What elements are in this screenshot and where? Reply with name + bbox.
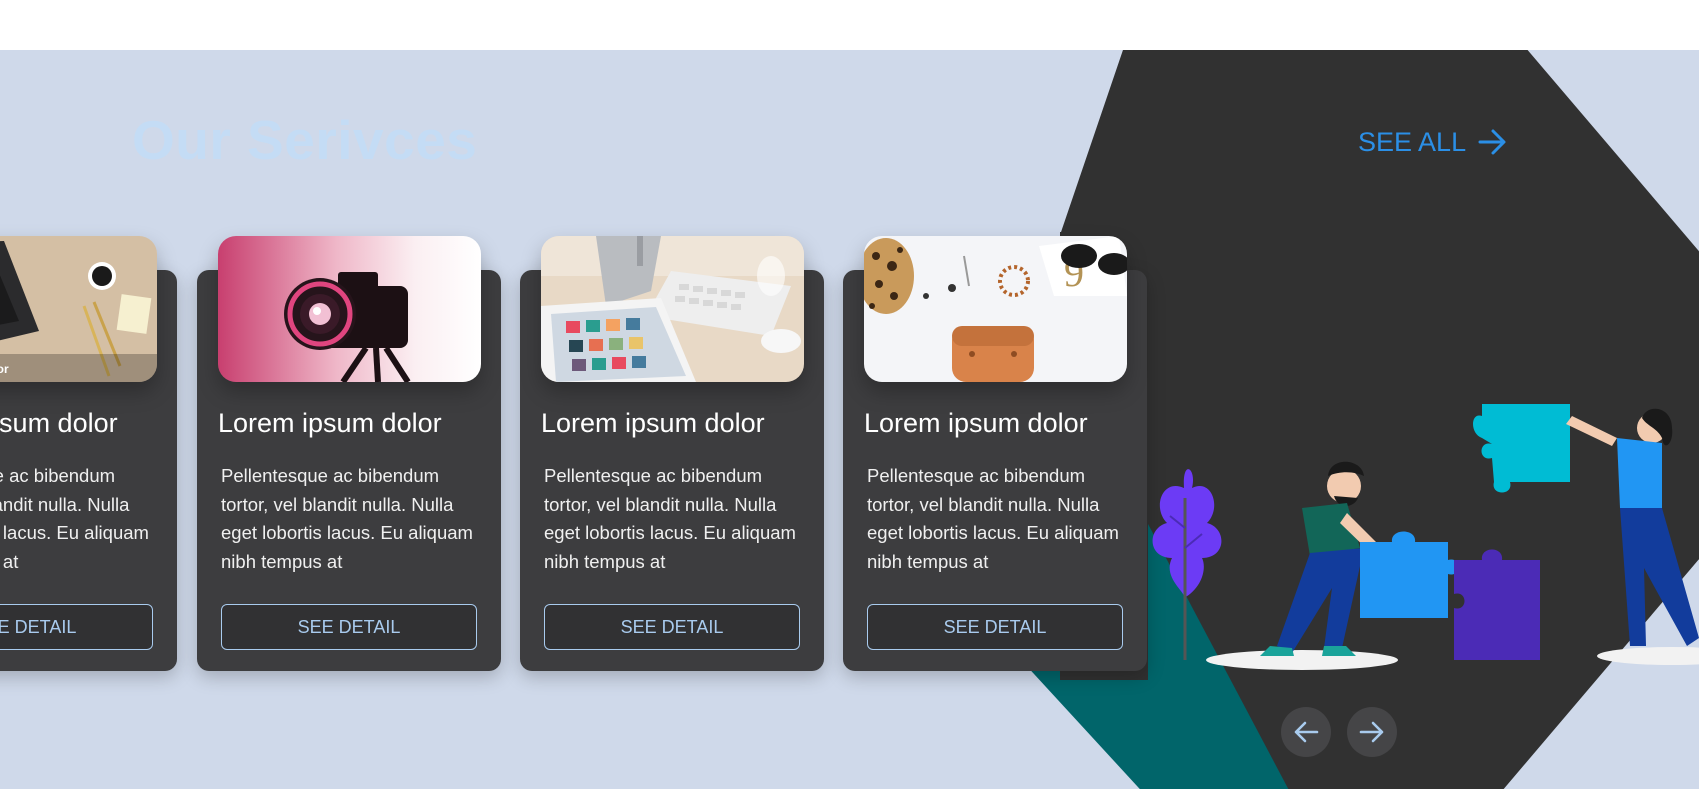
puzzle-teamwork-illustration [1152, 404, 1699, 670]
card-image-camera [218, 236, 481, 382]
service-card: Lorem ipsum dolor Pellentesque ac bibend… [197, 236, 501, 671]
arrow-right-icon [1478, 129, 1506, 155]
card-description: Pellentesque ac bibendum tortor, vel bla… [544, 465, 796, 572]
services-section: Our Serivces SEE ALL or sum dolor ac bib… [0, 50, 1699, 789]
carousel-next-button[interactable] [1347, 707, 1397, 757]
card-description: Pellentesque ac bibendum tortor, vel bla… [221, 465, 473, 572]
arrow-left-icon [1294, 721, 1319, 743]
card-image-laptop: Lorem ipsum dolor [0, 236, 157, 382]
service-card: 9 Lorem ipsum dolor Pellentesque ac bibe… [843, 236, 1147, 671]
card-description: Pellentesque ac bibendum tortor, vel bla… [867, 465, 1119, 572]
image-caption: Lorem ipsum dolor [0, 362, 9, 376]
card-title: Lorem ipsum dolor [541, 408, 765, 438]
service-card: Lorem ipsum dolor Pellentesque ac bibend… [520, 236, 824, 671]
card-description: Pellentesque ac bibendum tortor, vel bla… [0, 465, 149, 572]
see-detail-button[interactable]: SEE DETAIL [221, 604, 477, 650]
see-all-link[interactable]: SEE ALL [1358, 126, 1508, 158]
woman-figure [1566, 408, 1699, 646]
card-title: Lorem ipsum dolor [218, 408, 442, 438]
see-detail-button[interactable]: SEE DETAIL [867, 604, 1123, 650]
card-image-accessories: 9 [864, 236, 1127, 382]
service-card: Lorem ipsum dolor Lorem ipsum dolor Pell… [0, 236, 177, 671]
leaf-icon [1152, 469, 1222, 660]
see-detail-button[interactable]: SEE DETAIL [544, 604, 800, 650]
carousel-prev-button[interactable] [1281, 707, 1331, 757]
puzzle-piece-icon [1473, 404, 1570, 493]
section-title: Our Serivces [132, 109, 478, 171]
see-detail-button[interactable]: SEE DETAIL [0, 604, 153, 650]
puzzle-piece-icon [1454, 549, 1540, 660]
card-title: Lorem ipsum dolor [864, 408, 1088, 438]
card-title: Lorem ipsum dolor [0, 408, 118, 438]
puzzle-piece-icon [1360, 531, 1459, 618]
card-image-desk [541, 236, 804, 382]
arrow-right-icon [1359, 721, 1384, 743]
see-all-label: SEE ALL [1358, 126, 1467, 157]
